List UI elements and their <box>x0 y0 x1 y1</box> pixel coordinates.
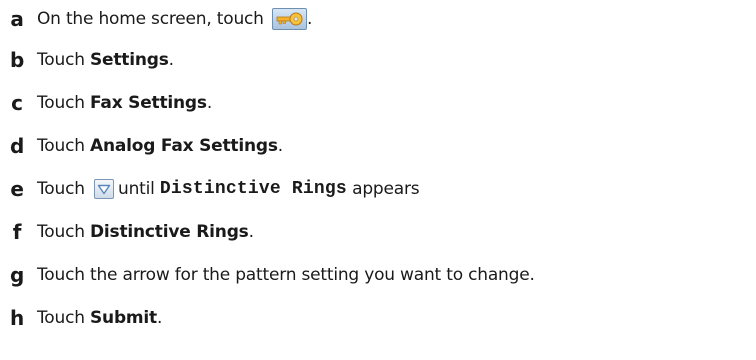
step-text: Touch the arrow for the pattern setting … <box>37 265 535 285</box>
step-content: Touch until Distinctive Rings appears <box>37 179 420 199</box>
step-letter: a <box>10 7 24 31</box>
step-letter: b <box>9 48 25 72</box>
step-text: Touch <box>37 93 90 113</box>
step-text: until <box>118 179 160 199</box>
step-text: Touch <box>37 50 90 70</box>
step-display-text: Distinctive Rings <box>159 179 347 199</box>
step-text-after: . <box>156 308 163 328</box>
step-text: On the home screen, touch <box>37 9 269 29</box>
step-content: Touch Analog Fax Settings . <box>37 136 283 156</box>
key-icon <box>271 8 307 30</box>
step-bold-term: Distinctive Rings <box>90 222 249 242</box>
step-bold-term: Submit <box>90 308 157 328</box>
step-text-after: . <box>168 50 174 70</box>
step-letter: e <box>10 177 24 201</box>
step-content: Touch Fax Settings . <box>37 93 212 113</box>
step-content: Touch Distinctive Rings . <box>37 222 254 242</box>
step-content: Touch the arrow for the pattern setting … <box>37 265 535 285</box>
step-text: Touch <box>37 222 90 242</box>
step-letter: g <box>9 263 25 287</box>
step-content: Touch Settings . <box>37 50 174 70</box>
step-text-after: . <box>206 93 213 113</box>
step-text-after: . <box>306 9 313 29</box>
step-text-after: . <box>248 222 254 242</box>
step-text-after: . <box>277 136 283 156</box>
step-text-after: appears <box>346 179 420 199</box>
step-text: Touch <box>37 308 90 328</box>
step-letter: d <box>9 134 25 158</box>
step-bold-term: Settings <box>90 50 169 70</box>
step-text: Touch <box>37 136 90 156</box>
step-content: On the home screen, touch . <box>37 8 312 30</box>
down-arrow-icon <box>94 179 114 199</box>
step-content: Touch Submit . <box>37 308 162 328</box>
step-bold-term: Fax Settings <box>90 93 207 113</box>
step-letter: c <box>11 91 23 115</box>
step-letter: f <box>12 220 22 244</box>
step-bold-term: Analog Fax Settings <box>90 136 278 156</box>
step-letter: h <box>9 306 25 330</box>
step-text: Touch <box>37 179 90 199</box>
